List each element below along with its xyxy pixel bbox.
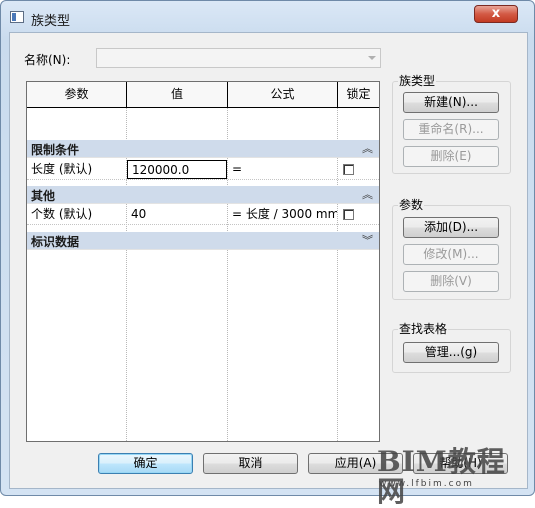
- group-other[interactable]: 其他 ︽: [27, 186, 379, 204]
- param-name: 个数 (默认): [31, 207, 93, 221]
- dialog-client: 名称(N): 参数 值 公式 锁定 限制条件 ︽ 长度 (默认) 120000.…: [9, 32, 528, 489]
- header-locked[interactable]: 锁定: [338, 82, 379, 107]
- group-label: 其他: [31, 189, 56, 203]
- lock-checkbox[interactable]: [343, 209, 354, 220]
- window-title: 族类型: [31, 14, 71, 29]
- group-identity-data[interactable]: 标识数据 ︾: [27, 232, 379, 250]
- new-type-button[interactable]: 新建(N)...: [403, 92, 499, 113]
- name-label: 名称(N):: [24, 53, 71, 67]
- watermark-url: www.lfbim.com: [379, 479, 474, 489]
- add-parameter-button[interactable]: 添加(D)...: [403, 217, 499, 238]
- group-label: 限制条件: [31, 143, 80, 157]
- name-dropdown[interactable]: [96, 48, 381, 68]
- parameters-grid: 参数 值 公式 锁定 限制条件 ︽ 长度 (默认) 120000.0 = 其他 …: [26, 81, 380, 442]
- close-icon: x: [491, 6, 501, 21]
- chevron-down-icon: [368, 56, 376, 60]
- family-types-dialog: 族类型 x 名称(N): 参数 值 公式 锁定 限制条件 ︽ 长度 (默认) 1…: [0, 0, 535, 496]
- delete-type-button[interactable]: 删除(E): [403, 146, 499, 167]
- manage-lookup-button[interactable]: 管理...(g): [403, 342, 499, 363]
- collapse-icon[interactable]: ︽: [362, 186, 373, 202]
- parameters-title: 参数: [398, 196, 425, 213]
- family-types-title: 族类型: [398, 72, 437, 89]
- ok-button[interactable]: 确定: [98, 453, 193, 474]
- table-row: 个数 (默认) 40 = 长度 / 3000 mm: [27, 205, 379, 225]
- collapse-icon[interactable]: ︽: [362, 140, 373, 156]
- lock-checkbox[interactable]: [343, 164, 354, 175]
- header-formula[interactable]: 公式: [228, 82, 338, 107]
- modify-parameter-button[interactable]: 修改(M)...: [403, 244, 499, 265]
- value-input[interactable]: 120000.0: [127, 160, 227, 179]
- rename-type-button[interactable]: 重命名(R)...: [403, 119, 499, 140]
- delete-parameter-button[interactable]: 删除(V): [403, 271, 499, 292]
- group-label: 标识数据: [31, 235, 80, 249]
- app-icon: [10, 11, 24, 23]
- expand-icon[interactable]: ︾: [362, 232, 373, 248]
- param-name: 长度 (默认): [31, 162, 93, 176]
- grid-header: 参数 值 公式 锁定: [27, 82, 379, 108]
- formula-input[interactable]: = 长度 / 3000 mm: [228, 205, 337, 224]
- table-row: 长度 (默认) 120000.0 =: [27, 160, 379, 180]
- header-value[interactable]: 值: [127, 82, 228, 107]
- group-constraints[interactable]: 限制条件 ︽: [27, 140, 379, 158]
- close-button[interactable]: x: [474, 5, 518, 23]
- value-input[interactable]: 40: [127, 205, 227, 224]
- title-bar[interactable]: 族类型 x: [1, 1, 534, 31]
- cancel-button[interactable]: 取消: [203, 453, 298, 474]
- lookup-tables-title: 查找表格: [398, 320, 449, 337]
- watermark: BIM教程网 www.lfbim.com: [377, 447, 527, 507]
- header-parameter[interactable]: 参数: [27, 82, 127, 107]
- watermark-logo-text: BIM教程网: [377, 445, 506, 508]
- formula-input[interactable]: =: [228, 160, 337, 179]
